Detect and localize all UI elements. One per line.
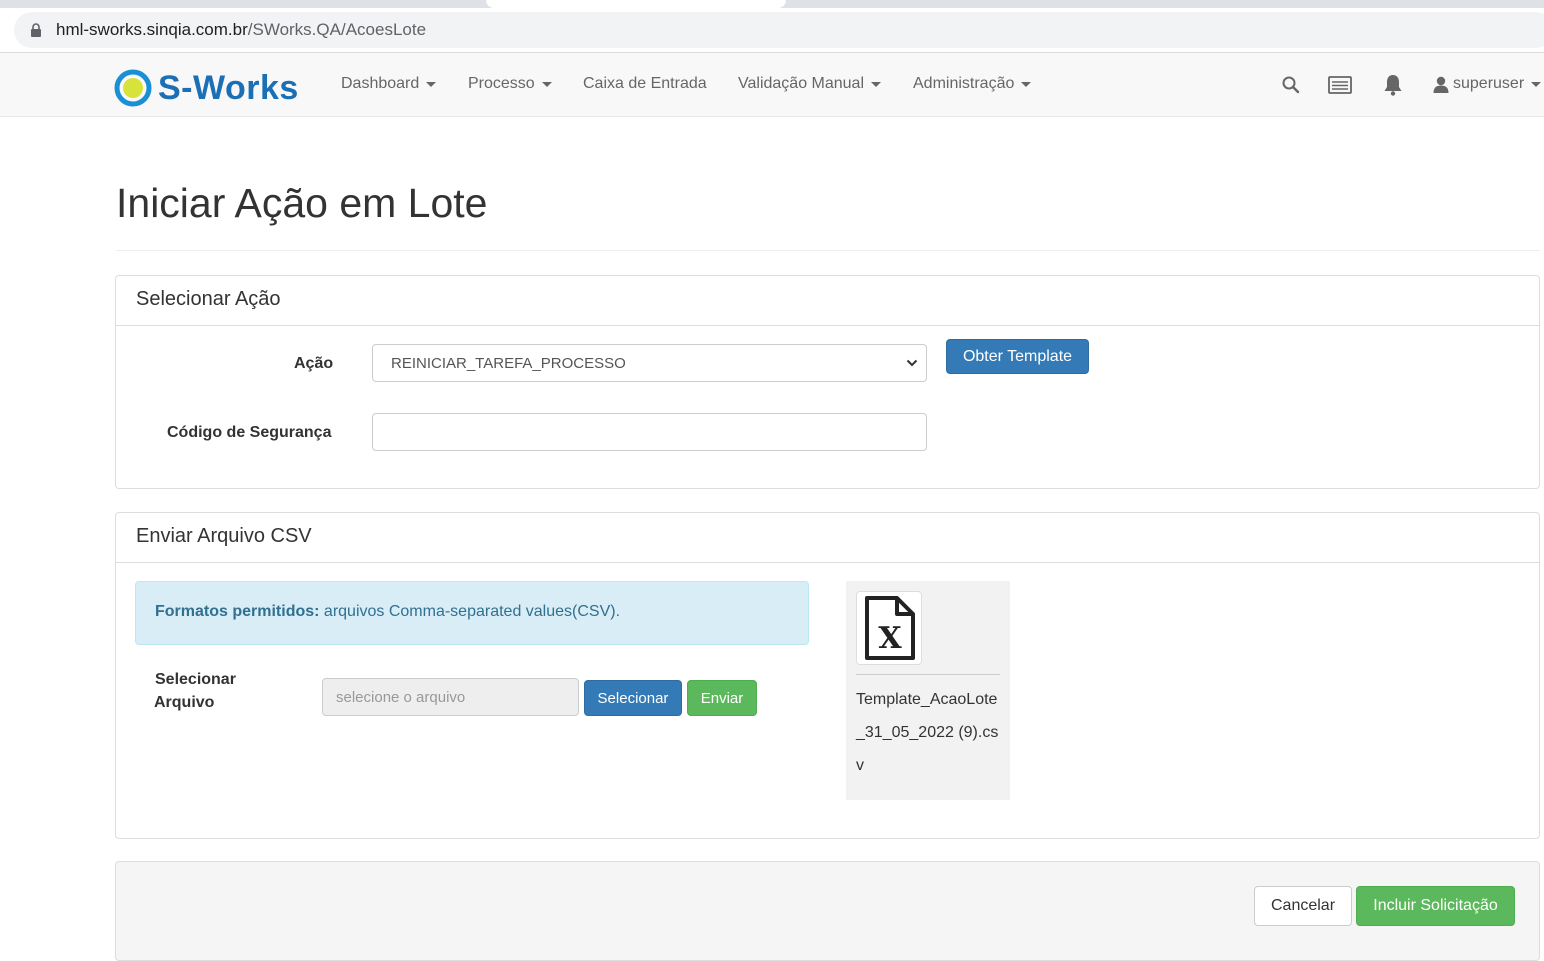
caret-down-icon — [541, 81, 552, 87]
action-label: Ação — [294, 355, 334, 372]
allowed-formats-text: arquivos Comma-separated values(CSV). — [319, 603, 621, 620]
nav-validacao-manual-label: Validação Manual — [738, 75, 865, 92]
browser-tab-strip — [0, 0, 1544, 8]
url-field[interactable]: hml-sworks.sinqia.com.br/SWorks.QA/Acoes… — [14, 12, 1544, 48]
nav-caixa-entrada-label: Caixa de Entrada — [583, 75, 707, 92]
upload-csv-panel: Enviar Arquivo CSV — [115, 512, 1540, 839]
file-preview-card[interactable]: X Template_AcaoLote_31_05_2022 (9).csv — [846, 581, 1010, 800]
select-action-panel: Selecionar Ação — [115, 275, 1540, 489]
nav-validacao-manual[interactable]: Validação Manual — [738, 75, 882, 93]
search-icon[interactable] — [1279, 73, 1303, 97]
nav-processo-label: Processo — [468, 75, 535, 92]
caret-down-icon — [1531, 81, 1542, 87]
security-code-label: Código de Segurança — [167, 424, 332, 441]
file-thumbnail: X — [856, 591, 922, 665]
allowed-formats-strong: Formatos permitidos: — [155, 603, 320, 620]
browser-active-tab[interactable] — [486, 0, 786, 8]
user-name: superuser — [1453, 75, 1525, 92]
chevron-down-icon — [906, 359, 918, 367]
action-select-value: REINICIAR_TAREFA_PROCESSO — [391, 355, 626, 372]
url-text: hml-sworks.sinqia.com.br/SWorks.QA/Acoes… — [56, 20, 426, 40]
send-file-button[interactable]: Enviar — [687, 680, 757, 716]
nav-dashboard-label: Dashboard — [341, 75, 420, 92]
nav-administracao-label: Administração — [913, 75, 1015, 92]
action-select[interactable]: REINICIAR_TAREFA_PROCESSO — [372, 344, 927, 382]
title-divider — [116, 250, 1540, 251]
browser-address-bar: hml-sworks.sinqia.com.br/SWorks.QA/Acoes… — [0, 8, 1544, 53]
nav-dashboard[interactable]: Dashboard — [341, 75, 437, 93]
upload-csv-heading: Enviar Arquivo CSV — [116, 513, 1539, 563]
cancel-button[interactable]: Cancelar — [1254, 886, 1352, 926]
file-name: Template_AcaoLote_31_05_2022 (9).csv — [856, 691, 999, 774]
url-host: hml-sworks.sinqia.com.br — [56, 20, 248, 39]
select-file-label-line2: Arquivo — [154, 694, 215, 711]
security-code-input[interactable] — [372, 413, 927, 451]
nav-administracao[interactable]: Administração — [913, 75, 1032, 93]
user-icon — [1433, 76, 1449, 93]
page-title: Iniciar Ação em Lote — [116, 180, 488, 226]
caret-down-icon — [871, 81, 882, 87]
select-file-label: Selecionar Arquivo — [154, 668, 236, 714]
brand-name: S-Works — [158, 69, 299, 107]
submit-request-button[interactable]: Incluir Solicitação — [1356, 886, 1515, 926]
nav-caixa-entrada[interactable]: Caixa de Entrada — [583, 75, 707, 93]
svg-text:X: X — [878, 621, 902, 656]
file-path-input[interactable]: selecione o arquivo — [322, 678, 579, 716]
bell-icon[interactable] — [1381, 73, 1405, 97]
select-action-heading: Selecionar Ação — [116, 276, 1539, 326]
url-path: /SWorks.QA/AcoesLote — [247, 20, 427, 39]
lock-icon — [31, 23, 41, 37]
user-menu[interactable]: superuser — [1433, 75, 1542, 93]
allowed-formats-alert: Formatos permitidos: arquivos Comma-sepa… — [135, 581, 809, 645]
get-template-button[interactable]: Obter Template — [946, 339, 1089, 374]
list-icon[interactable] — [1328, 73, 1352, 97]
brand-ring-icon — [114, 69, 152, 107]
nav-processo[interactable]: Processo — [468, 75, 552, 93]
excel-file-icon: X — [865, 596, 915, 660]
brand-logo[interactable]: S-Works — [114, 69, 299, 107]
caret-down-icon — [1021, 81, 1032, 87]
file-card-divider — [856, 674, 1000, 675]
select-file-button[interactable]: Selecionar — [584, 680, 682, 716]
top-navbar: S-Works Dashboard Processo Caixa de Entr… — [0, 53, 1544, 117]
caret-down-icon — [426, 81, 437, 87]
select-file-label-line1: Selecionar — [155, 671, 236, 688]
